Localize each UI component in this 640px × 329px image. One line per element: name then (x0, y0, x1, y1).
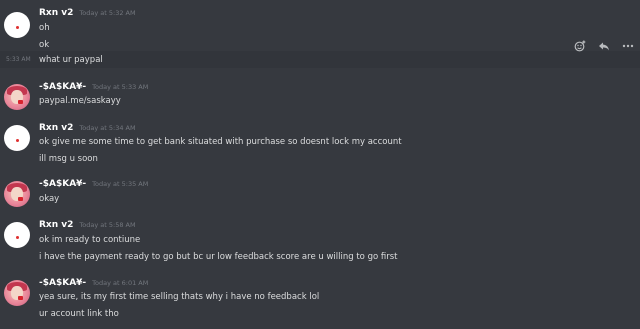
message-text: what ur paypal (39, 55, 103, 65)
message-text: i have the payment ready to go but bc ur… (39, 252, 398, 262)
avatar[interactable] (4, 280, 30, 306)
message-text: oh (39, 23, 50, 33)
side-timestamp: 5:33 AM (6, 56, 31, 63)
message-toolbar (574, 36, 634, 56)
message-text[interactable]: paypal.me/saskayy (39, 96, 121, 106)
timestamp: Today at 5:35 AM (92, 180, 149, 188)
timestamp: Today at 5:34 AM (79, 124, 136, 132)
username[interactable]: -$A$KA¥- (39, 179, 86, 189)
avatar[interactable] (4, 222, 30, 248)
avatar-bow (18, 296, 23, 300)
message-header: -$A$KA¥- Today at 5:33 AM (39, 82, 148, 92)
username[interactable]: -$A$KA¥- (39, 82, 86, 92)
message-header: Rxn v2 Today at 5:32 AM (39, 8, 136, 18)
avatar[interactable] (4, 181, 30, 207)
message-text: ill msg u soon (39, 154, 98, 164)
username[interactable]: Rxn v2 (39, 123, 73, 133)
avatar[interactable] (4, 125, 30, 151)
avatar[interactable] (4, 84, 30, 110)
avatar-dot (16, 139, 19, 142)
message-header: Rxn v2 Today at 5:34 AM (39, 123, 136, 133)
avatar-dot (16, 26, 19, 29)
message-text: yea sure, its my first time selling that… (39, 292, 320, 302)
message-text: ok (39, 40, 50, 50)
message-text: ur account link tho (39, 309, 119, 319)
username[interactable]: Rxn v2 (39, 8, 73, 18)
timestamp: Today at 5:33 AM (92, 83, 149, 91)
timestamp: Today at 6:01 AM (92, 279, 149, 287)
avatar[interactable] (4, 12, 30, 38)
message-text: ok im ready to contiune (39, 235, 141, 245)
timestamp: Today at 5:32 AM (79, 9, 136, 17)
reply-icon[interactable] (598, 40, 610, 52)
avatar-bow (18, 100, 23, 104)
timestamp: Today at 5:58 AM (79, 221, 136, 229)
message-text: ok give me some time to get bank situate… (39, 137, 402, 147)
message-text: okay (39, 194, 60, 204)
message-header: -$A$KA¥- Today at 6:01 AM (39, 278, 148, 288)
more-options-icon[interactable] (622, 40, 634, 52)
avatar-dot (16, 236, 19, 239)
username[interactable]: -$A$KA¥- (39, 278, 86, 288)
message-header: Rxn v2 Today at 5:58 AM (39, 220, 136, 230)
message-header: -$A$KA¥- Today at 5:35 AM (39, 179, 148, 189)
avatar-bow (18, 197, 23, 201)
add-reaction-icon[interactable] (574, 40, 586, 52)
username[interactable]: Rxn v2 (39, 220, 73, 230)
